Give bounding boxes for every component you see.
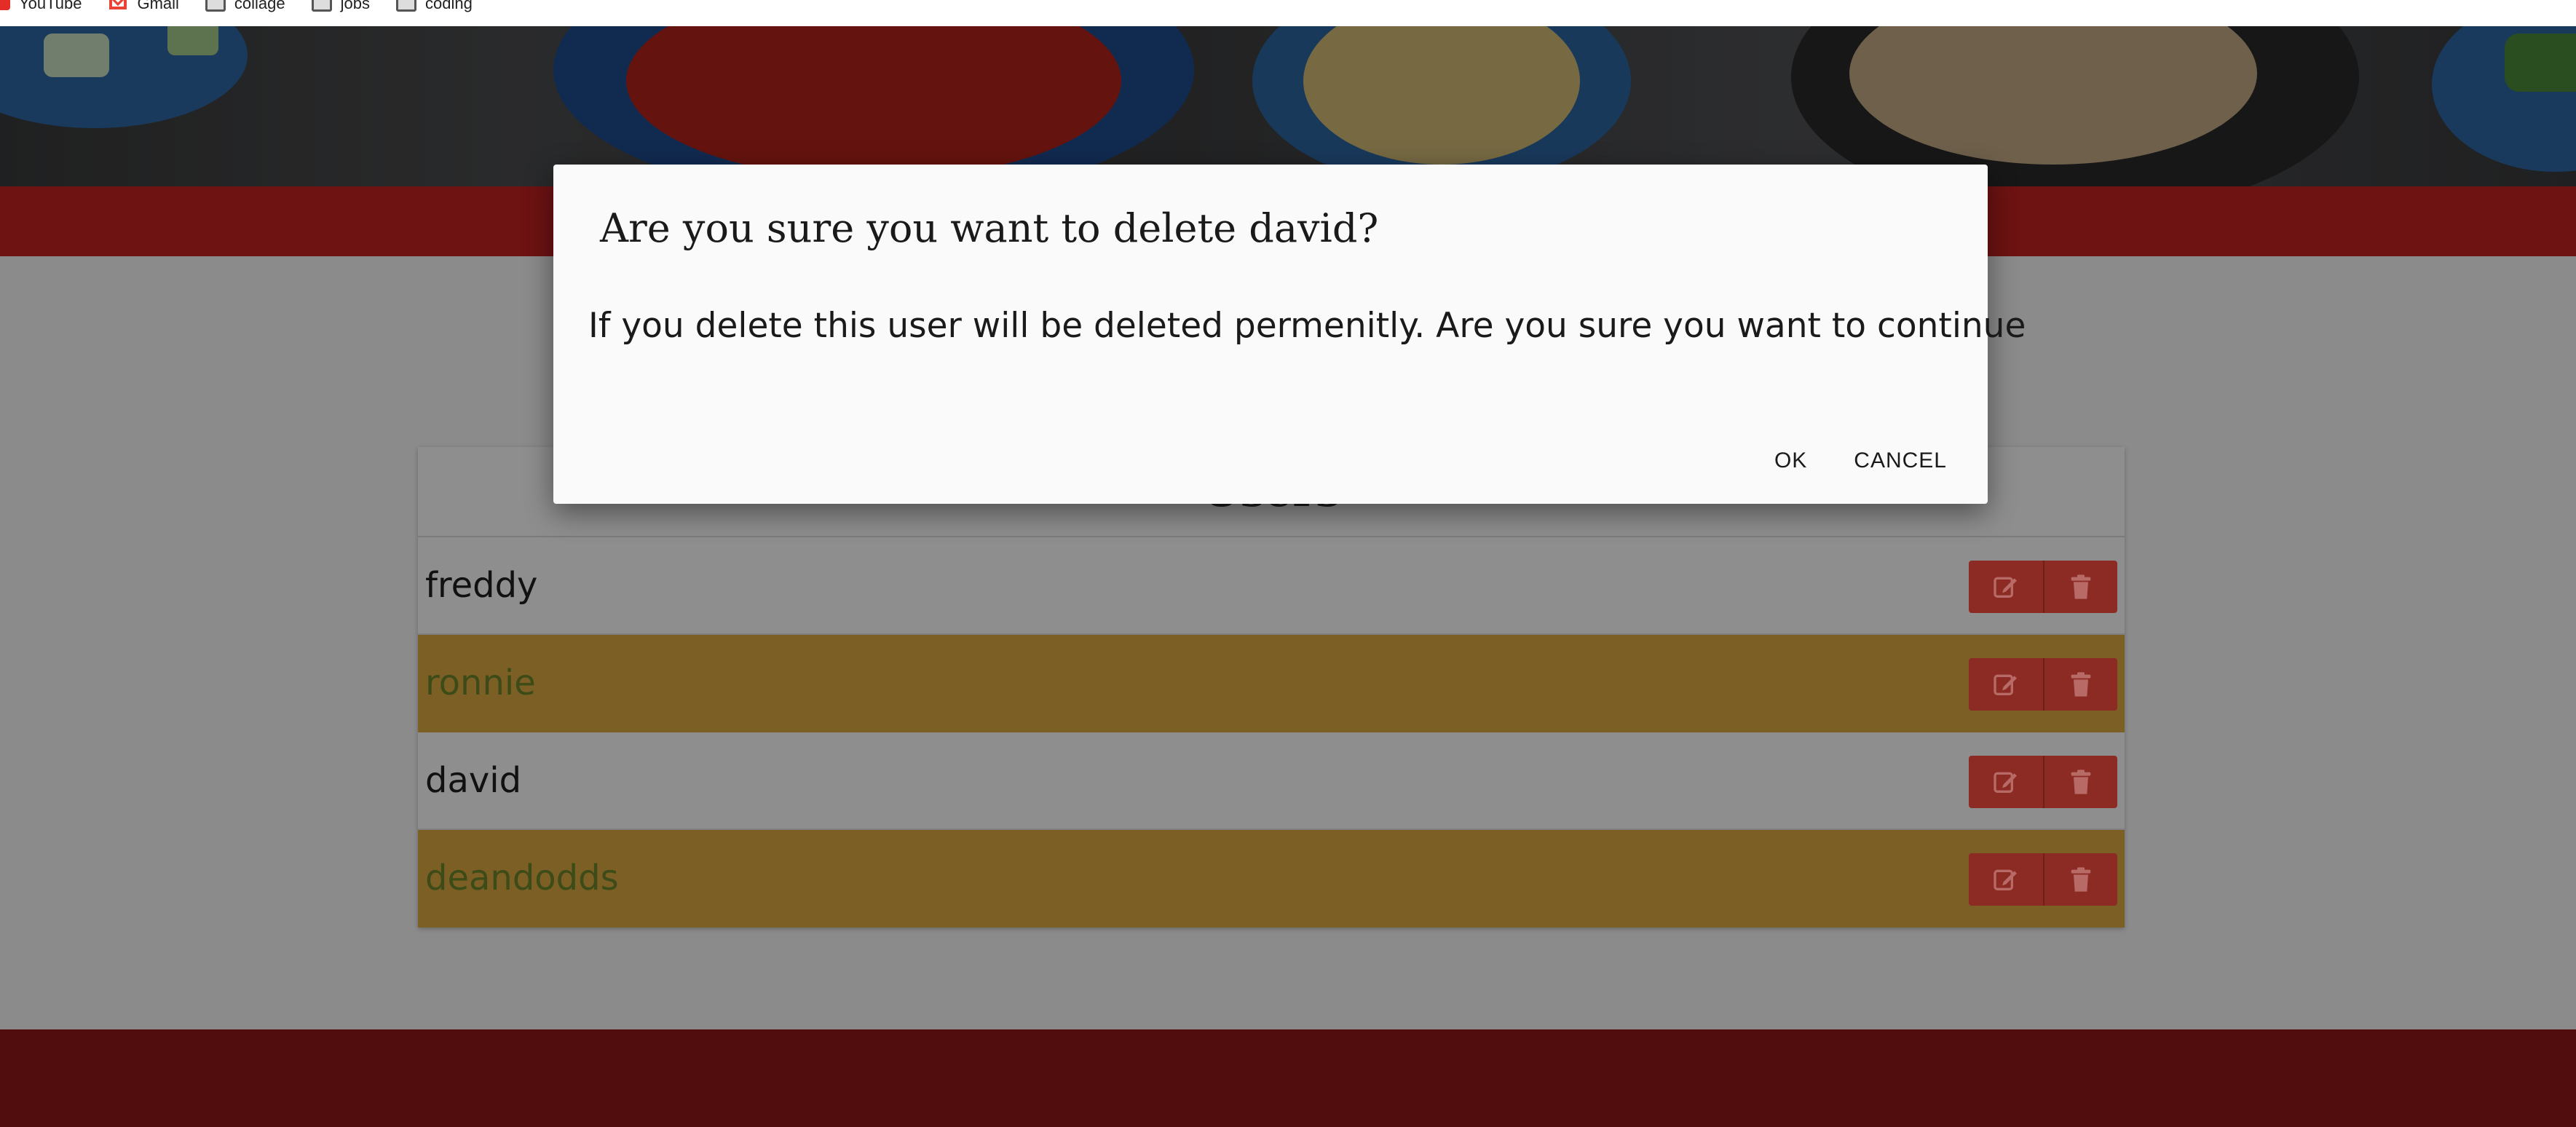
user-row: david bbox=[418, 732, 2125, 830]
trash-icon bbox=[2071, 574, 2091, 599]
dialog-message: If you delete this user will be deleted … bbox=[588, 306, 2026, 346]
bookmark-collage[interactable]: collage bbox=[205, 0, 285, 15]
ok-button[interactable]: OK bbox=[1763, 441, 1819, 481]
dialog-actions: OK CANCEL bbox=[1763, 441, 1959, 481]
user-name: freddy bbox=[425, 565, 538, 606]
edit-button[interactable] bbox=[1969, 658, 2043, 711]
bookmark-jobs[interactable]: jobs bbox=[311, 0, 370, 15]
row-actions bbox=[1969, 756, 2117, 808]
hero-food-image bbox=[0, 26, 2576, 186]
folder-icon bbox=[205, 0, 226, 12]
edit-button[interactable] bbox=[1969, 756, 2043, 808]
bookmark-youtube[interactable]: YouTube bbox=[0, 0, 82, 15]
pencil-square-icon bbox=[1994, 577, 2017, 598]
bookmark-label: coding bbox=[424, 0, 473, 12]
pencil-square-icon bbox=[1994, 772, 2017, 793]
user-row: ronnie bbox=[418, 635, 2125, 732]
confirm-delete-dialog: Are you sure you want to delete david? I… bbox=[553, 165, 2026, 504]
delete-button[interactable] bbox=[2043, 561, 2117, 613]
gmail-icon bbox=[108, 0, 128, 11]
delete-button[interactable] bbox=[2043, 756, 2117, 808]
user-name: david bbox=[425, 760, 522, 801]
bookmark-label: collage bbox=[234, 0, 285, 12]
pencil-square-icon bbox=[1994, 674, 2017, 695]
pencil-square-icon bbox=[1994, 869, 2017, 890]
youtube-icon bbox=[0, 0, 10, 10]
folder-icon bbox=[395, 0, 416, 12]
user-row: freddy bbox=[418, 537, 2125, 635]
edit-button[interactable] bbox=[1969, 561, 2043, 613]
row-actions bbox=[1969, 658, 2117, 711]
footer bbox=[0, 1029, 2576, 1127]
bookmark-gmail[interactable]: Gmail bbox=[108, 0, 179, 15]
modal-overlay-dim bbox=[0, 26, 2576, 186]
user-row: deandodds bbox=[418, 830, 2125, 928]
bookmarks-bar: YouTube Gmail collage jobs coding bbox=[0, 0, 2576, 26]
bookmark-coding[interactable]: coding bbox=[395, 0, 473, 15]
row-actions bbox=[1969, 853, 2117, 906]
trash-icon bbox=[2071, 867, 2091, 892]
delete-button[interactable] bbox=[2043, 853, 2117, 906]
edit-button[interactable] bbox=[1969, 853, 2043, 906]
cancel-button[interactable]: CANCEL bbox=[1842, 441, 1959, 481]
trash-icon bbox=[2071, 770, 2091, 794]
bookmark-label: Gmail bbox=[137, 0, 179, 12]
user-name: deandodds bbox=[425, 858, 619, 898]
bookmark-label: YouTube bbox=[19, 0, 82, 12]
delete-button[interactable] bbox=[2043, 658, 2117, 711]
row-actions bbox=[1969, 561, 2117, 613]
users-card: Users freddy ronnie bbox=[418, 447, 2125, 928]
user-name: ronnie bbox=[425, 663, 536, 703]
folder-icon bbox=[311, 0, 332, 12]
bookmark-label: jobs bbox=[340, 0, 370, 12]
dialog-title: Are you sure you want to delete david? bbox=[600, 205, 1379, 251]
trash-icon bbox=[2071, 672, 2091, 697]
